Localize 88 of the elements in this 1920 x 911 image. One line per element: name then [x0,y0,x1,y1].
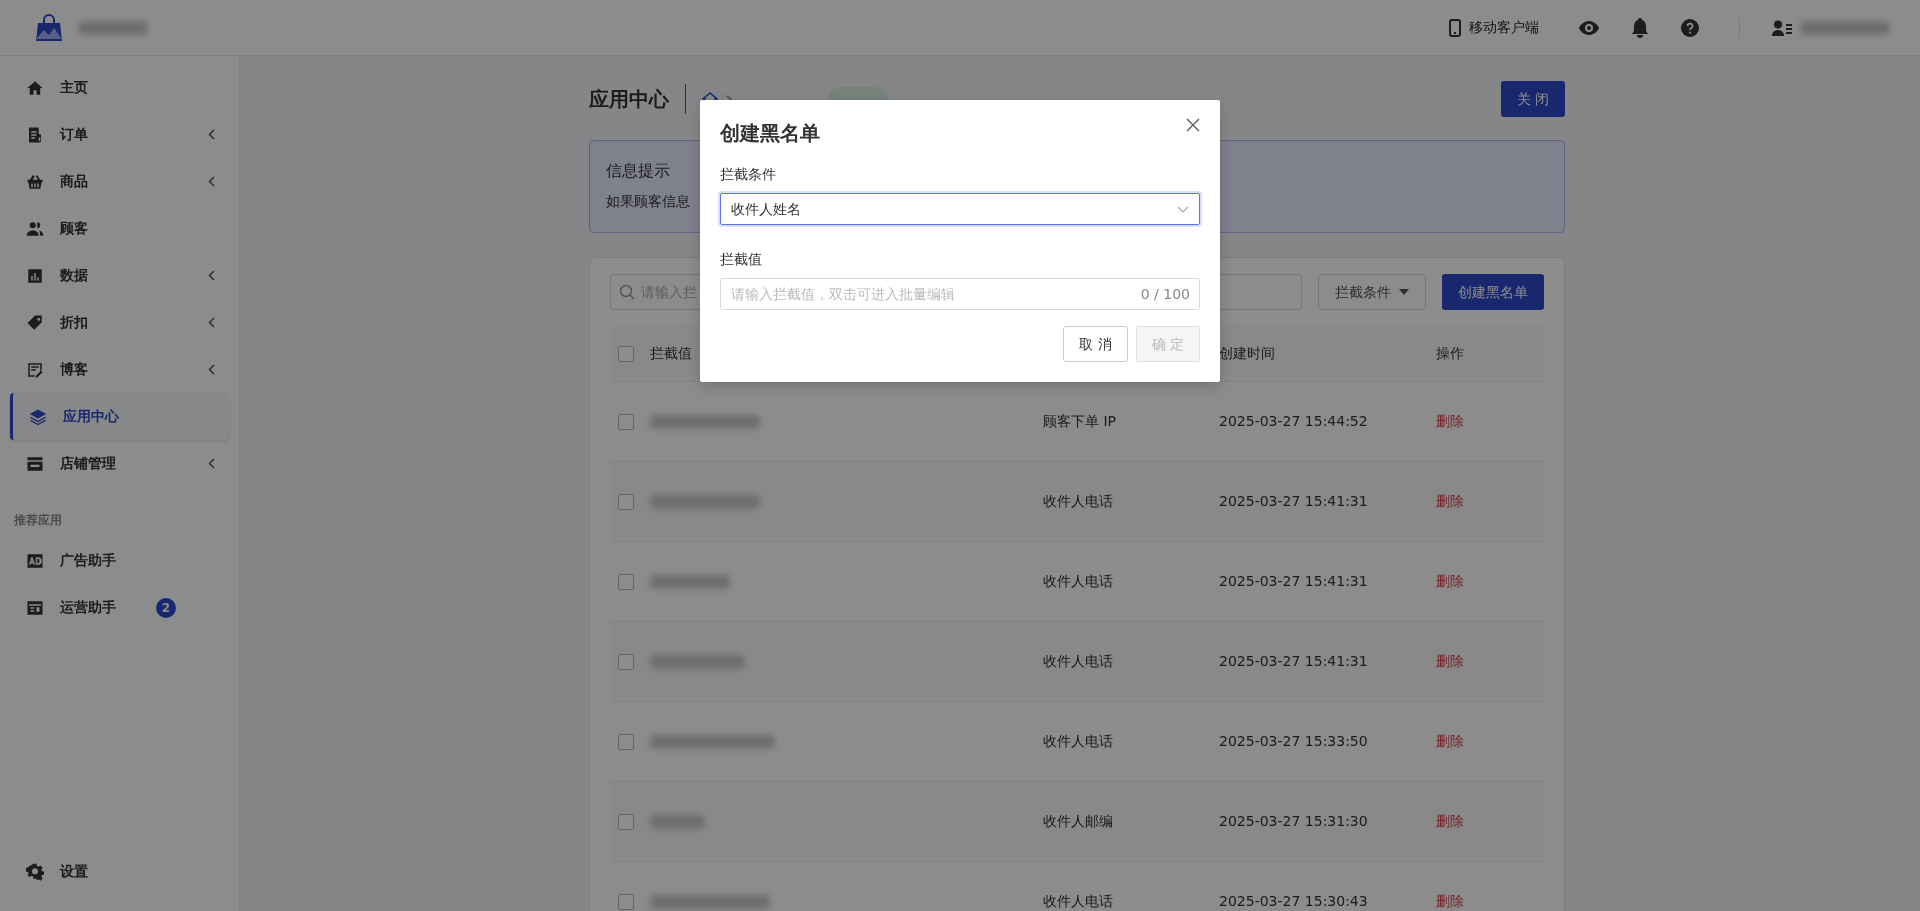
dialog-title: 创建黑名单 [720,120,820,147]
chevron-icon [208,270,215,281]
layers-icon [29,407,47,426]
info-title: 信息提示 [606,161,670,180]
delete-link[interactable]: 删除 [1436,411,1464,432]
create-blacklist-button[interactable]: 创建黑名单 [1442,274,1544,310]
table-cell: 2025-03-27 15:41:31 [1219,653,1368,669]
delete-link[interactable]: 删除 [1436,891,1464,911]
phone-icon [1449,18,1461,37]
sidebar-item[interactable]: 订单 [10,111,229,158]
sidebar-item[interactable]: 店铺管理 [10,440,229,487]
table-cell: 2025-03-27 15:33:50 [1219,733,1368,749]
chevron-icon [208,364,215,375]
character-counter: 0 / 100 [1140,285,1190,304]
basket-icon [26,172,44,191]
sidebar-item[interactable]: 设置 [10,848,229,895]
table-cell: 收件人电话 [1043,493,1113,509]
checkbox[interactable] [618,345,634,362]
settings-icon [26,862,44,881]
table-cell: 2025-03-27 15:41:31 [1219,573,1368,589]
section-label: 推荐应用 [13,512,63,529]
document-icon [26,125,44,144]
count-badge: 2 [156,597,176,618]
checkbox[interactable] [618,893,634,910]
tag-icon [26,313,44,332]
panel-icon [26,598,44,617]
delete-link[interactable]: 删除 [1436,491,1464,512]
sidebar-item[interactable]: 顾客 [10,205,229,252]
table-cell: 2025-03-27 15:31:30 [1219,813,1368,829]
sidebar-item[interactable]: 应用中心 [10,393,229,440]
chevron-icon [208,317,215,328]
delete-link[interactable]: 删除 [1436,651,1464,672]
sidebar-item[interactable]: 博客 [10,346,229,393]
checkbox[interactable] [618,573,634,590]
search-icon [619,284,635,300]
sidebar-item[interactable]: 折扣 [10,299,229,346]
bell-icon[interactable] [1631,17,1649,38]
edit-icon [26,360,44,379]
table-cell: 收件人电话 [1043,733,1113,749]
dialog-button[interactable]: 取 消 [1063,326,1128,362]
table-cell: 收件人电话 [1043,893,1113,909]
chevron-down-icon [1177,205,1189,213]
sidebar-item[interactable]: 商品 [10,158,229,205]
delete-link[interactable]: 删除 [1436,731,1464,752]
chevron-icon [208,129,215,140]
checkbox[interactable] [618,653,634,670]
field-label: 拦截值 [720,250,763,269]
sidebar-item[interactable]: 数据 [10,252,229,299]
store-icon [26,454,44,473]
help-icon[interactable] [1681,18,1699,37]
blurred-value [650,814,705,829]
column-header: 操作 [1436,344,1464,363]
field-label: 拦截条件 [720,165,777,184]
user-icon[interactable] [1772,19,1792,36]
delete-link[interactable]: 删除 [1436,811,1464,832]
table-cell: 收件人邮编 [1043,813,1113,829]
delete-link[interactable]: 删除 [1436,571,1464,592]
checkbox[interactable] [618,413,634,430]
caret-icon [1399,289,1409,295]
blurred-store-name [78,20,148,35]
column-header: 创建时间 [1219,345,1275,361]
checkbox[interactable] [618,733,634,750]
eye-icon[interactable] [1579,20,1599,35]
table-cell: 顾客下单 IP [1043,413,1117,429]
close-button[interactable]: 关 闭 [1500,81,1565,117]
checkbox[interactable] [618,813,634,830]
table-cell: 收件人电话 [1043,653,1113,669]
sidebar-item[interactable]: 主页 [10,64,229,111]
mobile-client-link[interactable]: 移动客户端 [1449,17,1539,38]
info-text: 如果顾客信息 [606,193,690,209]
close-icon[interactable] [1186,118,1200,132]
users-icon [26,219,44,238]
bar-chart-icon [26,266,44,285]
chevron-icon [208,176,215,187]
checkbox[interactable] [618,493,634,510]
logo-icon [36,12,62,43]
table-cell: 收件人电话 [1043,573,1113,589]
condition-select[interactable]: 收件人姓名 [720,193,1200,225]
chevron-icon [208,458,215,469]
table-cell: 2025-03-27 15:30:43 [1219,893,1368,909]
ad-icon [26,551,44,570]
page-title: 应用中心 [589,86,669,113]
sidebar-item[interactable]: 运营助手 2 [10,584,229,631]
table-cell: 2025-03-27 15:41:31 [1219,493,1368,509]
table-cell: 2025-03-27 15:44:52 [1219,413,1368,429]
filter-dropdown[interactable]: 拦截条件 [1318,274,1426,310]
sidebar-item[interactable]: 广告助手 [10,537,229,584]
column-header: 拦截值 [650,345,692,361]
